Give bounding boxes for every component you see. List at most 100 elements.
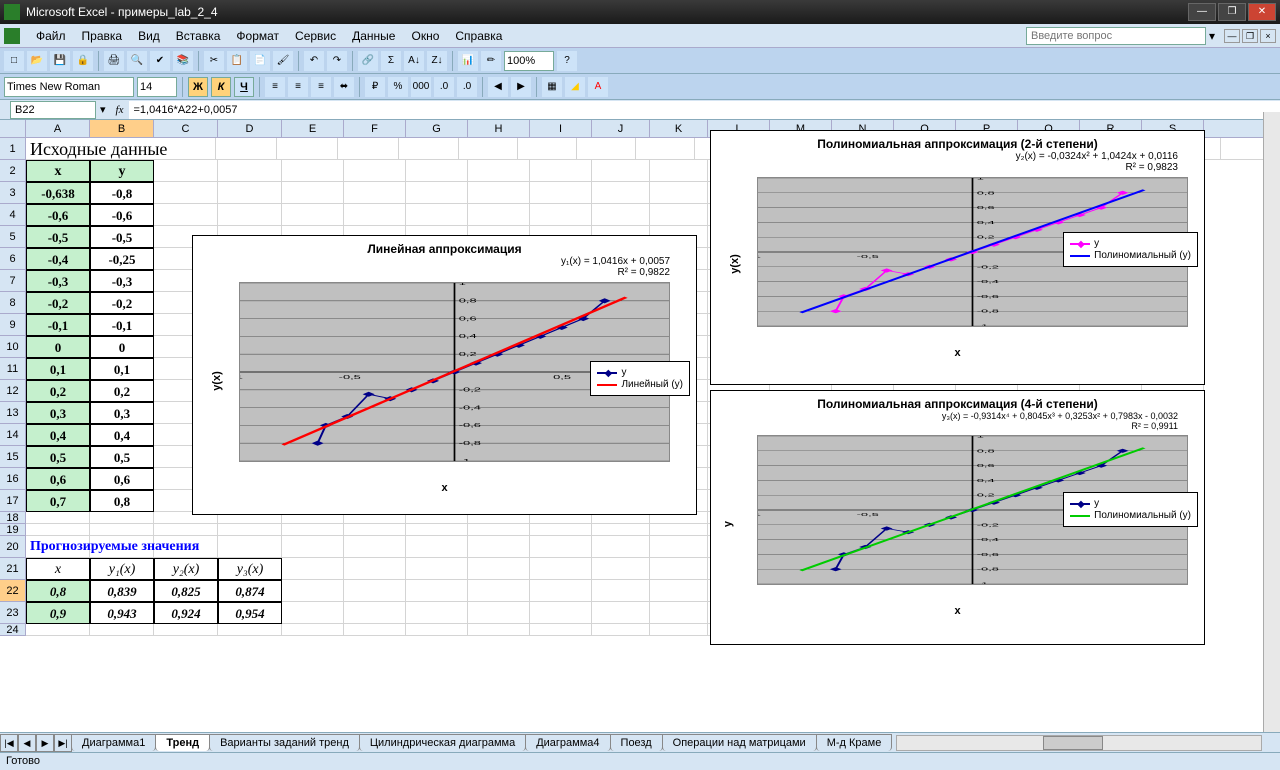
cell-E23[interactable] bbox=[282, 602, 344, 624]
sheet-tab-Диаграмма4[interactable]: Диаграмма4 bbox=[525, 734, 610, 751]
cell-B2[interactable]: y bbox=[90, 160, 154, 182]
sort-desc-icon[interactable]: Z↓ bbox=[427, 51, 447, 71]
row-header-11[interactable]: 11 bbox=[0, 358, 26, 380]
cell-G4[interactable] bbox=[406, 204, 468, 226]
merge-icon[interactable]: ⬌ bbox=[334, 77, 354, 97]
cell-A13[interactable]: 0,3 bbox=[26, 402, 90, 424]
row-header-24[interactable]: 24 bbox=[0, 624, 26, 636]
row-header-8[interactable]: 8 bbox=[0, 292, 26, 314]
open-icon[interactable]: 📂 bbox=[27, 51, 47, 71]
row-header-2[interactable]: 2 bbox=[0, 160, 26, 182]
currency-icon[interactable]: ₽ bbox=[365, 77, 385, 97]
cell-D3[interactable] bbox=[218, 182, 282, 204]
cell-B6[interactable]: -0,25 bbox=[90, 248, 154, 270]
minimize-button[interactable]: — bbox=[1188, 3, 1216, 21]
cell-F23[interactable] bbox=[344, 602, 406, 624]
cell-I23[interactable] bbox=[530, 602, 592, 624]
menu-Справка[interactable]: Справка bbox=[447, 27, 510, 45]
cell-B8[interactable]: -0,2 bbox=[90, 292, 154, 314]
maximize-button[interactable]: ❐ bbox=[1218, 3, 1246, 21]
cell-I1[interactable] bbox=[636, 138, 695, 160]
cell-K23[interactable] bbox=[650, 602, 708, 624]
menu-Вид[interactable]: Вид bbox=[130, 27, 168, 45]
cell-C2[interactable] bbox=[154, 160, 218, 182]
cell-I3[interactable] bbox=[530, 182, 592, 204]
doc-minimize-button[interactable]: — bbox=[1224, 29, 1240, 43]
menu-Сервис[interactable]: Сервис bbox=[287, 27, 344, 45]
menu-Вставка[interactable]: Вставка bbox=[168, 27, 229, 45]
cell-B1[interactable] bbox=[216, 138, 277, 160]
cell-B22[interactable]: 0,839 bbox=[90, 580, 154, 602]
menu-Файл[interactable]: Файл bbox=[28, 27, 74, 45]
row-header-20[interactable]: 20 bbox=[0, 536, 26, 558]
cell-D4[interactable] bbox=[218, 204, 282, 226]
cell-F4[interactable] bbox=[344, 204, 406, 226]
cell-I22[interactable] bbox=[530, 580, 592, 602]
cell-A3[interactable]: -0,638 bbox=[26, 182, 90, 204]
tab-nav-first-icon[interactable]: |◀ bbox=[0, 734, 18, 752]
preview-icon[interactable]: 🔍 bbox=[127, 51, 147, 71]
row-header-17[interactable]: 17 bbox=[0, 490, 26, 512]
cell-B11[interactable]: 0,1 bbox=[90, 358, 154, 380]
row-header-9[interactable]: 9 bbox=[0, 314, 26, 336]
chart-icon[interactable]: 📊 bbox=[458, 51, 478, 71]
cell-F1[interactable] bbox=[459, 138, 518, 160]
cell-F22[interactable] bbox=[344, 580, 406, 602]
cell-B10[interactable]: 0 bbox=[90, 336, 154, 358]
cell-I4[interactable] bbox=[530, 204, 592, 226]
cell-C1[interactable] bbox=[277, 138, 338, 160]
horizontal-scrollbar[interactable] bbox=[896, 735, 1262, 751]
cell-K22[interactable] bbox=[650, 580, 708, 602]
cell-H21[interactable] bbox=[468, 558, 530, 580]
sheet-tab-Поезд[interactable]: Поезд bbox=[610, 734, 663, 751]
cell-K4[interactable] bbox=[650, 204, 708, 226]
cell-H1[interactable] bbox=[577, 138, 636, 160]
cell-B19[interactable] bbox=[90, 524, 154, 536]
print-icon[interactable]: 🖨 bbox=[104, 51, 124, 71]
new-icon[interactable]: □ bbox=[4, 51, 24, 71]
cell-G20[interactable] bbox=[406, 536, 468, 558]
cell-I19[interactable] bbox=[530, 524, 592, 536]
col-header-A[interactable]: A bbox=[26, 120, 90, 137]
cell-F24[interactable] bbox=[344, 624, 406, 636]
menu-Окно[interactable]: Окно bbox=[403, 27, 447, 45]
cell-E3[interactable] bbox=[282, 182, 344, 204]
cell-D1[interactable] bbox=[338, 138, 399, 160]
cell-A1[interactable]: Исходные данные bbox=[26, 138, 216, 160]
cell-E20[interactable] bbox=[282, 536, 344, 558]
cell-A5[interactable]: -0,5 bbox=[26, 226, 90, 248]
row-header-18[interactable]: 18 bbox=[0, 512, 26, 524]
cell-D22[interactable]: 0,874 bbox=[218, 580, 282, 602]
fx-icon[interactable]: fx bbox=[116, 104, 124, 116]
cell-J3[interactable] bbox=[592, 182, 650, 204]
underline-button[interactable]: Ч bbox=[234, 77, 254, 97]
doc-close-button[interactable]: × bbox=[1260, 29, 1276, 43]
percent-icon[interactable]: % bbox=[388, 77, 408, 97]
chart-linear[interactable]: Линейная аппроксимация y₁(x) = 1,0416x +… bbox=[192, 235, 697, 515]
tab-nav-last-icon[interactable]: ▶| bbox=[54, 734, 72, 752]
autosum-icon[interactable]: Σ bbox=[381, 51, 401, 71]
cell-E21[interactable] bbox=[282, 558, 344, 580]
cell-H22[interactable] bbox=[468, 580, 530, 602]
dec-decimal-icon[interactable]: .0 bbox=[457, 77, 477, 97]
row-header-5[interactable]: 5 bbox=[0, 226, 26, 248]
row-header-6[interactable]: 6 bbox=[0, 248, 26, 270]
cell-G22[interactable] bbox=[406, 580, 468, 602]
vertical-scrollbar[interactable] bbox=[1263, 112, 1280, 732]
drawing-icon[interactable]: ✏ bbox=[481, 51, 501, 71]
chart-poly2[interactable]: Полиномиальная аппроксимация (2-й степен… bbox=[710, 130, 1205, 385]
cell-B21[interactable]: y₁(x) bbox=[90, 558, 154, 580]
cell-A22[interactable]: 0,8 bbox=[26, 580, 90, 602]
chart-poly4[interactable]: Полиномиальная аппроксимация (4-й степен… bbox=[710, 390, 1205, 645]
doc-restore-button[interactable]: ❐ bbox=[1242, 29, 1258, 43]
cell-G3[interactable] bbox=[406, 182, 468, 204]
cell-H23[interactable] bbox=[468, 602, 530, 624]
cell-D23[interactable]: 0,954 bbox=[218, 602, 282, 624]
cell-H3[interactable] bbox=[468, 182, 530, 204]
col-header-I[interactable]: I bbox=[530, 120, 592, 137]
cell-G21[interactable] bbox=[406, 558, 468, 580]
cell-A17[interactable]: 0,7 bbox=[26, 490, 90, 512]
dec-indent-icon[interactable]: ◀ bbox=[488, 77, 508, 97]
cell-B7[interactable]: -0,3 bbox=[90, 270, 154, 292]
cell-J22[interactable] bbox=[592, 580, 650, 602]
